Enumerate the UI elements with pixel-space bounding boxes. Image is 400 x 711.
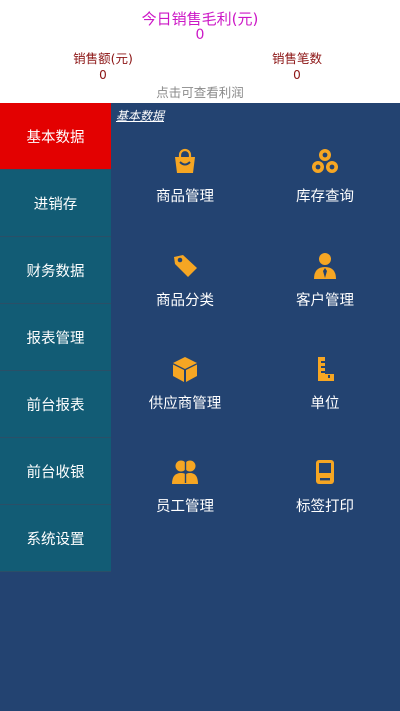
sales-amount-stat: 销售额(元) 0 — [43, 51, 163, 83]
summary-header[interactable]: 今日销售毛利(元) 0 销售额(元) 0 销售笔数 0 点击可查看利润 — [0, 0, 400, 103]
sidebar-item-cashier[interactable]: 前台收银 — [0, 438, 111, 505]
unit-tile[interactable]: 单位 — [253, 350, 397, 440]
label-print-tile[interactable]: 标签打印 — [253, 453, 397, 543]
customer-management-label: 客户管理 — [296, 293, 354, 309]
sales-count-label: 销售笔数 — [271, 51, 322, 66]
sales-amount-value: 0 — [99, 68, 107, 82]
sidebar-item-finance[interactable]: 财务数据 — [0, 237, 111, 304]
unit-label: 单位 — [310, 396, 340, 412]
stock-query-label: 库存查询 — [296, 189, 354, 205]
sales-count-stat: 销售笔数 0 — [237, 51, 357, 83]
user-tie-icon — [310, 251, 340, 281]
employee-management-label: 员工管理 — [156, 499, 214, 515]
sidebar: 基本数据 进销存 财务数据 报表管理 前台报表 前台收银 系统设置 — [0, 103, 111, 572]
supplier-management-label: 供应商管理 — [148, 396, 222, 412]
tag-icon — [170, 251, 200, 281]
product-category-label: 商品分类 — [156, 293, 214, 309]
sales-count-value: 0 — [293, 68, 301, 82]
gross-profit-title: 今日销售毛利(元) — [141, 10, 259, 28]
sidebar-item-front-reports[interactable]: 前台报表 — [0, 371, 111, 438]
section-title: 基本数据 — [116, 109, 165, 123]
sidebar-item-settings[interactable]: 系统设置 — [0, 505, 111, 572]
employee-management-tile[interactable]: 员工管理 — [113, 453, 257, 543]
printer-icon — [310, 457, 340, 487]
product-management-label: 商品管理 — [156, 189, 214, 205]
sidebar-item-basic-data[interactable]: 基本数据 — [0, 103, 111, 170]
sidebar-item-reports[interactable]: 报表管理 — [0, 304, 111, 371]
sidebar-item-inventory[interactable]: 进销存 — [0, 170, 111, 237]
customer-management-tile[interactable]: 客户管理 — [253, 247, 397, 337]
ruler-icon — [310, 354, 340, 384]
users-icon — [170, 457, 200, 487]
box-icon — [170, 354, 200, 384]
sales-amount-label: 销售额(元) — [73, 51, 133, 66]
supplier-management-tile[interactable]: 供应商管理 — [113, 350, 257, 440]
gross-profit-value: 0 — [195, 27, 205, 43]
shopping-bag-icon — [170, 147, 200, 177]
view-profit-hint[interactable]: 点击可查看利润 — [0, 82, 400, 101]
product-management-tile[interactable]: 商品管理 — [113, 143, 257, 233]
main-area: 基本数据 进销存 财务数据 报表管理 前台报表 前台收银 系统设置 基本数据 商… — [0, 103, 400, 711]
stack-circles-icon — [310, 147, 340, 177]
product-category-tile[interactable]: 商品分类 — [113, 247, 257, 337]
label-print-label: 标签打印 — [296, 499, 354, 515]
stock-query-tile[interactable]: 库存查询 — [253, 143, 397, 233]
